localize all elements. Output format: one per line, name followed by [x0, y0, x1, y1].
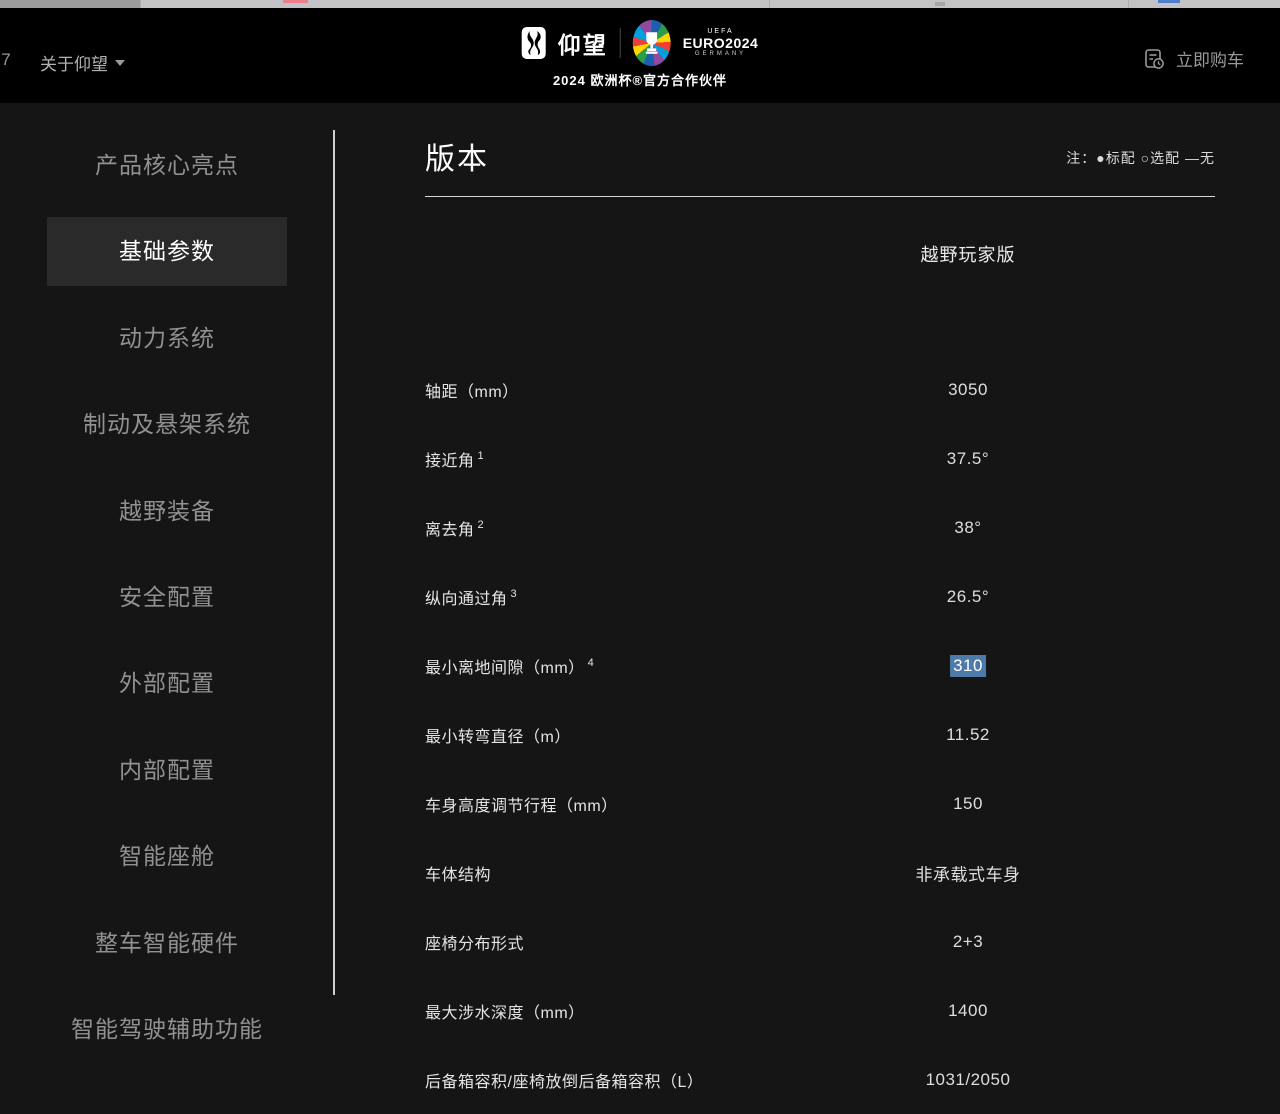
spec-row-approach-angle: 接近角1 37.5°: [425, 424, 1215, 493]
sidebar-item-smart-driving-assist[interactable]: 智能驾驶辅助功能: [47, 995, 287, 1064]
euro2024-label: EURO2024: [683, 36, 759, 51]
strip-blue-indicator: [1158, 0, 1180, 3]
spec-label: 最小离地间隙（mm）: [425, 660, 585, 677]
nav-about-label: 关于仰望: [40, 50, 108, 75]
sidebar-item-vehicle-smart-hardware[interactable]: 整车智能硬件: [47, 909, 287, 978]
footnote-sup: 1: [478, 450, 485, 462]
nav-about-dropdown[interactable]: 关于仰望: [40, 50, 125, 75]
spec-value: 38°: [954, 518, 981, 538]
spec-label: 最大涉水深度（mm）: [425, 1005, 585, 1022]
spec-label: 纵向通过角: [425, 591, 508, 608]
nav-item-u7-partial[interactable]: U7: [0, 50, 11, 70]
strip-segment-dark: [0, 0, 140, 8]
spec-value: 150: [953, 794, 983, 814]
spec-value: 11.52: [946, 725, 990, 745]
spec-label: 轴距（mm）: [425, 384, 519, 401]
spec-label: 车身高度调节行程（mm）: [425, 798, 618, 815]
chevron-down-icon: [115, 60, 125, 66]
strip-divider: [769, 0, 770, 8]
euro2024-badge-icon: [633, 20, 671, 66]
page-title: 版本: [425, 134, 489, 178]
strip-divider: [1128, 0, 1129, 8]
spec-row-height-adjust-range: 车身高度调节行程（mm） 150: [425, 769, 1215, 838]
spec-row-wading-depth: 最大涉水深度（mm） 1400: [425, 976, 1215, 1045]
sidebar-item-exterior-config[interactable]: 外部配置: [47, 649, 287, 718]
sidebar-item-smart-cockpit[interactable]: 智能座舱: [47, 822, 287, 891]
sidebar-item-powertrain[interactable]: 动力系统: [47, 304, 287, 373]
strip-divider: [140, 0, 141, 8]
spec-row-seat-layout: 座椅分布形式 2+3: [425, 907, 1215, 976]
spec-row-departure-angle: 离去角2 38°: [425, 493, 1215, 562]
sidebar-item-interior-config[interactable]: 内部配置: [47, 736, 287, 805]
spec-value: 1031/2050: [926, 1070, 1011, 1090]
strip-gray-mark: [935, 2, 945, 6]
title-divider: [425, 196, 1215, 197]
spec-row-trunk-volume: 后备箱容积/座椅放倒后备箱容积（L） 1031/2050: [425, 1045, 1215, 1114]
site-header: U7 关于仰望 仰望 UEFA EURO2024 GERMANY 2024: [0, 8, 1280, 103]
footnote-sup: 3: [511, 588, 518, 600]
spec-label: 后备箱容积/座椅放倒后备箱容积（L）: [425, 1074, 703, 1091]
logo-separator: [620, 28, 621, 58]
spec-value: 26.5°: [947, 587, 989, 607]
spec-row-turning-diameter: 最小转弯直径（m） 11.52: [425, 700, 1215, 769]
spec-row-wheelbase: 轴距（mm） 3050: [425, 355, 1215, 424]
yangwang-logo-icon: [522, 27, 546, 59]
spec-value: 37.5°: [947, 449, 989, 469]
buy-now-label: 立即购车: [1176, 46, 1244, 71]
sidebar-item-safety-config[interactable]: 安全配置: [47, 563, 287, 632]
legend-note: 注：●标配 ○选配 —无: [1066, 148, 1215, 168]
sidebar-item-basic-parameters[interactable]: 基础参数: [47, 217, 287, 286]
footnote-sup: 2: [478, 519, 485, 531]
sidebar-item-offroad-equipment[interactable]: 越野装备: [47, 477, 287, 546]
brand-logo-group[interactable]: 仰望 UEFA EURO2024 GERMANY: [522, 20, 759, 66]
euro-partner-line: 2024 欧洲杯®官方合作伙伴: [553, 70, 727, 89]
spec-label: 座椅分布形式: [425, 936, 524, 953]
spec-label: 离去角: [425, 522, 475, 539]
spec-value: 非承载式车身: [916, 860, 1021, 885]
spec-row-body-structure: 车体结构 非承载式车身: [425, 838, 1215, 907]
order-clock-icon: [1142, 47, 1166, 71]
spec-label: 最小转弯直径（m）: [425, 729, 571, 746]
browser-edge-strip: [0, 0, 1280, 8]
euro2024-wordmark: UEFA EURO2024 GERMANY: [683, 28, 759, 58]
germany-label: GERMANY: [695, 51, 746, 58]
spec-value: 1400: [948, 1001, 988, 1021]
spec-value: 2+3: [953, 932, 983, 952]
sidebar-divider: [333, 130, 335, 995]
strip-pink-indicator: [283, 0, 308, 3]
spec-category-sidebar: 产品核心亮点 基础参数 动力系统 制动及悬架系统 越野装备 安全配置 外部配置 …: [47, 131, 287, 1081]
trim-column-header: 越野玩家版: [880, 241, 1056, 267]
sidebar-item-product-highlights[interactable]: 产品核心亮点: [47, 131, 287, 200]
spec-row-breakover-angle: 纵向通过角3 26.5°: [425, 562, 1215, 631]
sidebar-item-brake-suspension[interactable]: 制动及悬架系统: [47, 390, 287, 459]
spec-value: 3050: [948, 380, 988, 400]
yangwang-logo-text: 仰望: [558, 26, 608, 60]
footnote-sup: 4: [588, 657, 595, 669]
spec-row-ground-clearance: 最小离地间隙（mm）4 310: [425, 631, 1215, 700]
spec-table: 轴距（mm） 3050 接近角1 37.5° 离去角2 38° 纵向通过角3 2…: [425, 355, 1215, 1114]
spec-value-selected[interactable]: 310: [950, 655, 986, 677]
spec-label: 接近角: [425, 453, 475, 470]
buy-now-button[interactable]: 立即购车: [1142, 46, 1244, 71]
spec-label: 车体结构: [425, 867, 491, 884]
